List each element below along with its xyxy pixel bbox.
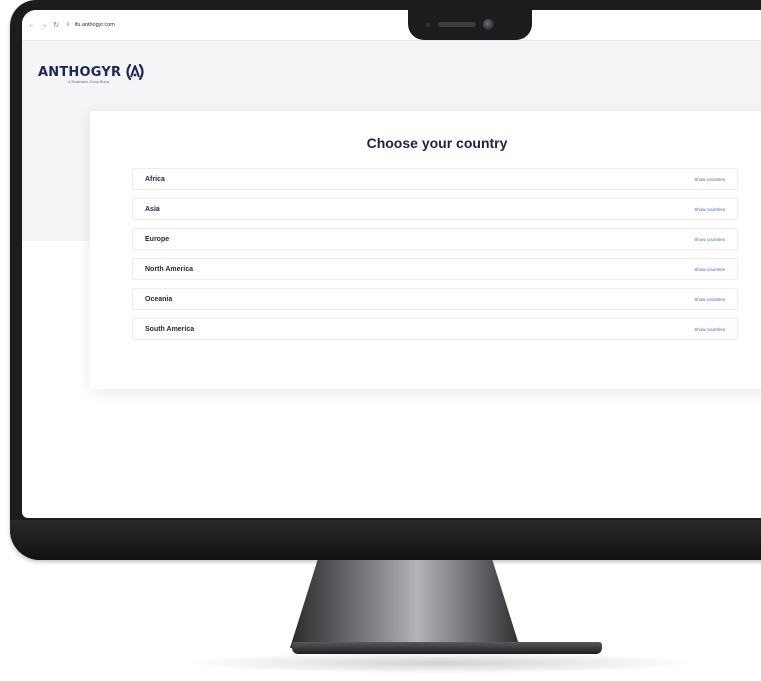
brand-tagline: A Straumann Group Brand <box>68 80 110 84</box>
country-selector-card: Choose your country Africa Show countrie… <box>90 111 761 389</box>
region-row-south-america[interactable]: South America Show countries <box>132 318 738 340</box>
show-countries-link[interactable]: Show countries <box>694 177 725 182</box>
camera-icon <box>483 19 494 30</box>
sensor-dot <box>426 23 430 27</box>
show-countries-link[interactable]: Show countries <box>694 297 725 302</box>
address-bar[interactable]: ≡ ifu.anthogyr.com <box>66 22 115 28</box>
show-countries-link[interactable]: Show countries <box>694 327 725 332</box>
speaker-grille <box>438 22 476 27</box>
region-name: Europe <box>145 235 170 243</box>
region-name: North America <box>145 265 193 273</box>
site-settings-icon[interactable]: ≡ <box>66 22 70 28</box>
monitor-stand <box>290 560 520 648</box>
region-name: Africa <box>145 175 165 183</box>
anthogyr-mark-icon <box>126 63 144 81</box>
page-title: Choose your country <box>366 135 508 151</box>
region-list: Africa Show countries Asia Show countrie… <box>132 168 738 348</box>
url-text[interactable]: ifu.anthogyr.com <box>75 22 115 28</box>
region-row-africa[interactable]: Africa Show countries <box>132 168 738 190</box>
camera-notch <box>408 10 532 40</box>
region-row-asia[interactable]: Asia Show countries <box>132 198 738 220</box>
arrow-left-icon[interactable]: ← <box>26 22 38 29</box>
screen: ← → ↻ ≡ ifu.anthogyr.com ANTHOGYR A Stra… <box>22 10 761 518</box>
brand-logo[interactable]: ANTHOGYR A Straumann Group Brand <box>38 62 146 84</box>
region-row-oceania[interactable]: Oceania Show countries <box>132 288 738 310</box>
region-name: Oceania <box>145 295 173 303</box>
brand-name: ANTHOGYR <box>38 64 122 80</box>
region-name: Asia <box>145 205 160 213</box>
region-row-europe[interactable]: Europe Show countries <box>132 228 738 250</box>
monitor-base <box>292 642 602 654</box>
show-countries-link[interactable]: Show countries <box>694 237 725 242</box>
arrow-right-icon[interactable]: → <box>38 22 50 29</box>
browser-toolbar: ← → ↻ ≡ ifu.anthogyr.com <box>22 10 761 41</box>
stand-shadow <box>180 652 700 674</box>
show-countries-link[interactable]: Show countries <box>694 267 725 272</box>
reload-icon[interactable]: ↻ <box>50 21 62 29</box>
show-countries-link[interactable]: Show countries <box>694 207 725 212</box>
monitor-chin <box>10 520 761 560</box>
region-row-north-america[interactable]: North America Show countries <box>132 258 738 280</box>
region-name: South America <box>145 325 195 333</box>
